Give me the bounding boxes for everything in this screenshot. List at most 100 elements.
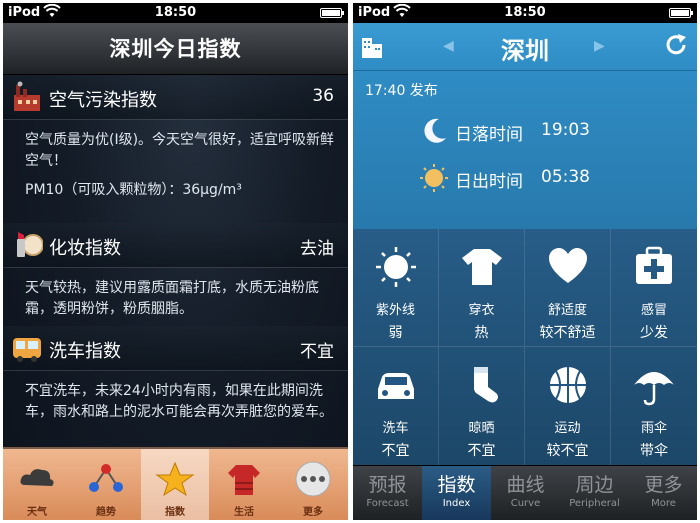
index-cell-uv[interactable]: 紫外线 弱 (353, 229, 439, 347)
tab-sublabel: Peripheral (569, 498, 620, 509)
card-value: 不宜 (300, 342, 334, 362)
sunrise-label: 日出时间 (455, 172, 523, 192)
air-pollution-card[interactable]: 空气污染指数 36 空气质量为优(I级)。今天空气很好，适宜呼吸新鲜空气！ PM… (3, 75, 348, 223)
tab-label: 周边 (575, 474, 614, 496)
index-value: 热 (474, 325, 489, 341)
tab-index[interactable]: 指数 (141, 449, 209, 520)
clock: 18:50 (504, 5, 546, 20)
tab-label: 更多 (303, 507, 323, 518)
description-text: 空气质量为优(I级)。今天空气很好，适宜呼吸新鲜空气！ (25, 132, 335, 169)
bus-icon (11, 332, 43, 364)
tab-label: 指数 (165, 507, 185, 518)
tab-forecast[interactable]: 预报 Forecast (353, 466, 422, 520)
tab-trend[interactable]: 趋势 (72, 449, 140, 520)
tab-index[interactable]: 指数 Index (422, 466, 491, 520)
city-name: 深圳 (501, 37, 549, 65)
left-phone-screen: iPod 18:50 深圳今日指数 空气污染指数 36 空气质量为优(I级)。今… (3, 3, 348, 520)
index-cell-dressing[interactable]: 穿衣 热 (439, 229, 525, 347)
description-text: 天气较热，建议用露质面霜打底，水质无油粉底霜，透明粉饼，粉质胭脂。 (25, 280, 319, 317)
index-name: 舒适度 (547, 303, 587, 318)
tab-label: 预报 (368, 474, 407, 496)
sunset-time: 19:03 (541, 120, 590, 140)
tab-life[interactable]: 生活 (210, 449, 278, 520)
next-city-arrow[interactable]: ▶ (594, 38, 605, 54)
car-icon (378, 373, 414, 399)
card-header[interactable]: 洗车指数 不宜 (3, 326, 348, 371)
index-value: 少发 (640, 325, 668, 341)
tab-label: 更多 (644, 474, 683, 496)
index-name: 雨伞 (640, 421, 667, 436)
right-phone-screen: iPod 18:50 ◀ 深圳 ▶ 17:40 发布 日落时间 19:03 日出… (353, 3, 697, 520)
tab-curve[interactable]: 曲线 Curve (491, 466, 560, 520)
index-value: 不宜 (467, 443, 496, 459)
index-name: 运动 (554, 421, 581, 436)
index-cell-comfort[interactable]: 舒适度 较不舒适 (525, 229, 611, 347)
tab-label: 天气 (27, 507, 47, 518)
status-bar: iPod 18:50 (353, 3, 697, 23)
tab-sublabel: Index (442, 498, 471, 509)
ball-icon (550, 367, 586, 403)
index-cell-cold[interactable]: 感冒 少发 (611, 229, 697, 347)
refresh-icon (666, 34, 686, 55)
card-description: 不宜洗车，未来24小时内有雨，如果在此期间洗车，雨水和路上的泥水可能会再次弄脏您… (3, 371, 348, 451)
heart-icon (549, 248, 587, 283)
page-title: 深圳今日指数 (3, 23, 348, 75)
index-cell-drying[interactable]: 晾晒 不宜 (439, 347, 525, 465)
moon-icon (424, 118, 446, 143)
sun-times-panel: 17:40 发布 日落时间 19:03 日出时间 05:38 (353, 71, 697, 229)
index-name: 感冒 (640, 303, 667, 318)
nodes-icon (89, 464, 123, 492)
refresh-button[interactable] (663, 32, 689, 62)
card-title: 空气污染指数 (49, 90, 157, 111)
battery-icon (320, 8, 344, 18)
description-text: 不宜洗车，未来24小时内有雨，如果在此期间洗车，雨水和路上的泥水可能会再次弄脏您… (25, 383, 333, 420)
index-cell-carwash[interactable]: 洗车 不宜 (353, 347, 439, 465)
city-header: ◀ 深圳 ▶ (353, 23, 697, 71)
screenshot-pair: iPod 18:50 深圳今日指数 空气污染指数 36 空气质量为优(I级)。今… (0, 0, 700, 523)
sock-icon (474, 367, 498, 403)
card-title: 化妆指数 (49, 238, 121, 259)
tab-sublabel: More (651, 498, 676, 509)
index-value: 较不宜 (546, 443, 589, 459)
battery-icon (669, 8, 693, 18)
index-value: 不宜 (381, 443, 410, 459)
description-text: PM10（可吸入颗粒物）：36μg/m³ (25, 182, 242, 198)
sun-icon (420, 164, 448, 192)
tab-label: 生活 (234, 507, 254, 518)
tab-more[interactable]: 更多 (279, 449, 347, 520)
tab-more[interactable]: 更多 More (629, 466, 697, 520)
index-value: 弱 (388, 325, 403, 341)
more-icon (295, 461, 331, 497)
makeup-card[interactable]: 化妆指数 去油 天气较热，建议用露质面霜打底，水质无油粉底霜，透明粉饼，粉质胭脂… (3, 223, 348, 326)
tab-label: 指数 (437, 474, 476, 496)
index-cell-sport[interactable]: 运动 较不宜 (525, 347, 611, 465)
status-bar: iPod 18:50 (3, 3, 348, 23)
index-value: 带伞 (640, 443, 668, 459)
car-wash-card[interactable]: 洗车指数 不宜 不宜洗车，未来24小时内有雨，如果在此期间洗车，雨水和路上的泥水… (3, 326, 348, 451)
index-cell-umbrella[interactable]: 雨伞 带伞 (611, 347, 697, 465)
index-name: 穿衣 (468, 303, 495, 318)
card-value: 36 (312, 86, 334, 106)
cloud-icon (20, 469, 54, 486)
tab-sublabel: Forecast (366, 498, 409, 509)
lipstick-icon (11, 229, 44, 261)
index-name: 晾晒 (468, 421, 495, 436)
card-header[interactable]: 化妆指数 去油 (3, 223, 348, 268)
card-value: 去油 (300, 239, 334, 259)
bottom-tab-bar: 天气 趋势 指数 生活 更多 (3, 447, 348, 520)
umbrella-icon (634, 372, 674, 406)
tab-label: 曲线 (506, 474, 545, 496)
card-description: 天气较热，建议用露质面霜打底，水质无油粉底霜，透明粉饼，粉质胭脂。 (3, 268, 348, 326)
publish-time: 17:40 发布 (365, 83, 438, 99)
tab-label: 趋势 (96, 507, 116, 518)
sunrise-time: 05:38 (541, 167, 590, 187)
index-name: 洗车 (382, 421, 409, 436)
card-description: 空气质量为优(I级)。今天空气很好，适宜呼吸新鲜空气！ PM10（可吸入颗粒物）… (3, 120, 348, 223)
card-header[interactable]: 空气污染指数 36 (3, 75, 348, 120)
star-icon (155, 461, 195, 497)
tab-peripheral[interactable]: 周边 Peripheral (560, 466, 629, 520)
sunset-label: 日落时间 (455, 125, 523, 145)
index-value: 较不舒适 (539, 325, 596, 341)
bottom-tab-bar: 预报 Forecast 指数 Index 曲线 Curve 周边 Periphe… (353, 465, 697, 520)
tab-weather[interactable]: 天气 (3, 449, 71, 520)
